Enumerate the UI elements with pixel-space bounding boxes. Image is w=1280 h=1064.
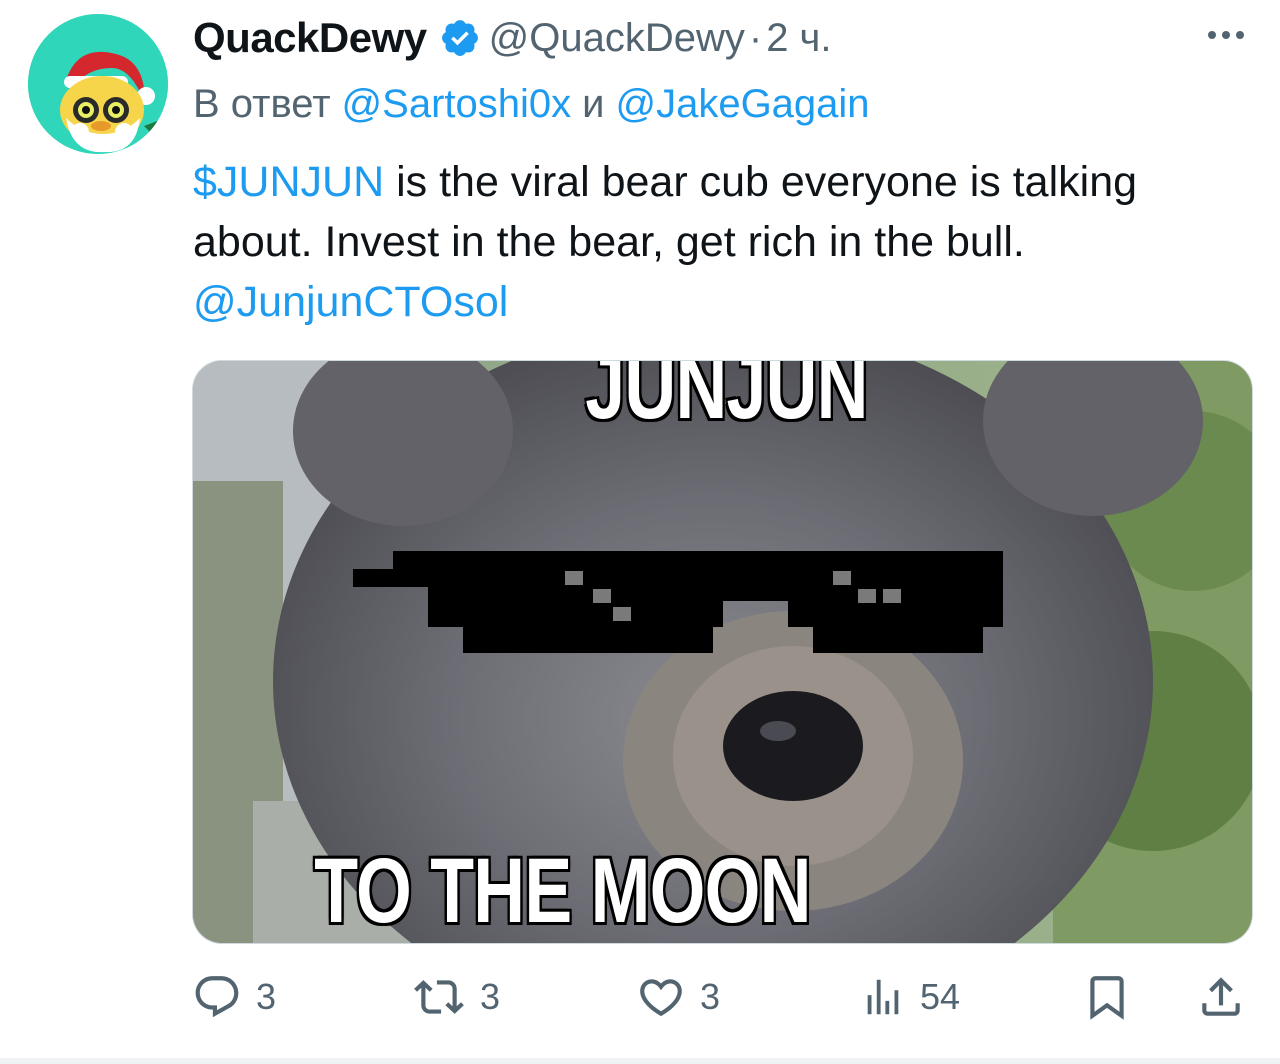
- reply-prefix: В ответ: [193, 81, 331, 126]
- tweet-text-line-2: about. Invest in the bear, get rich in t…: [193, 218, 1025, 266]
- reply-mention-1[interactable]: @Sartoshi0x: [342, 82, 572, 127]
- reply-conjunction: и: [582, 81, 605, 126]
- action-bar: 3 3 3 54: [0, 962, 1280, 1032]
- verified-badge-icon: [439, 17, 481, 59]
- author-name[interactable]: QuackDewy: [193, 14, 427, 62]
- reply-bubble-icon: [195, 976, 239, 1018]
- reply-mention-2[interactable]: @JakeGagain: [615, 82, 869, 127]
- tweet-header: QuackDewy @QuackDewy · 2 ч.: [193, 10, 832, 66]
- views-count: 54: [920, 976, 961, 1017]
- separator-dot: ·: [748, 15, 763, 60]
- tweet-text-line-1-rest: is the viral bear cub everyone is talkin…: [384, 158, 1138, 206]
- avatar[interactable]: [28, 14, 168, 154]
- reply-count: 3: [256, 976, 277, 1017]
- repost-button[interactable]: 3: [412, 962, 500, 1032]
- tweet-text-line-1: $JUNJUN is the viral bear cub everyone i…: [193, 152, 1253, 212]
- meme-caption-top: JUNJUN: [585, 360, 868, 438]
- bookmark-button[interactable]: [1082, 962, 1132, 1032]
- repost-arrows-icon: [414, 980, 464, 1014]
- views-button[interactable]: 54: [860, 962, 960, 1032]
- tweet-text: $JUNJUN is the viral bear cub everyone i…: [193, 152, 1253, 332]
- reply-button[interactable]: 3: [192, 962, 276, 1032]
- tweet-media-image[interactable]: JUNJUN TO THE MOON: [192, 360, 1253, 944]
- heart-icon: [640, 979, 682, 1017]
- more-dots-icon[interactable]: [1204, 22, 1248, 48]
- author-handle[interactable]: @QuackDewy: [489, 16, 745, 61]
- share-upload-icon: [1202, 977, 1240, 1016]
- bottom-divider: [0, 1058, 1280, 1064]
- meme-caption-bottom: TO THE MOON: [314, 840, 811, 942]
- reply-context: В ответ @Sartoshi0x и @JakeGagain: [193, 76, 870, 132]
- bookmark-icon: [1090, 976, 1124, 1020]
- timestamp[interactable]: 2 ч.: [766, 16, 831, 61]
- like-button[interactable]: 3: [636, 962, 720, 1032]
- cashtag-link[interactable]: $JUNJUN: [193, 158, 384, 206]
- like-count: 3: [700, 976, 721, 1017]
- views-bars-icon: [867, 979, 899, 1015]
- repost-count: 3: [480, 976, 501, 1017]
- share-button[interactable]: [1196, 962, 1246, 1032]
- santa-duck-avatar-image: [28, 14, 168, 154]
- tweet[interactable]: QuackDewy @QuackDewy · 2 ч. В ответ @Sar…: [0, 0, 1280, 1064]
- mention-link[interactable]: @JunjunCTOsol: [193, 272, 1253, 332]
